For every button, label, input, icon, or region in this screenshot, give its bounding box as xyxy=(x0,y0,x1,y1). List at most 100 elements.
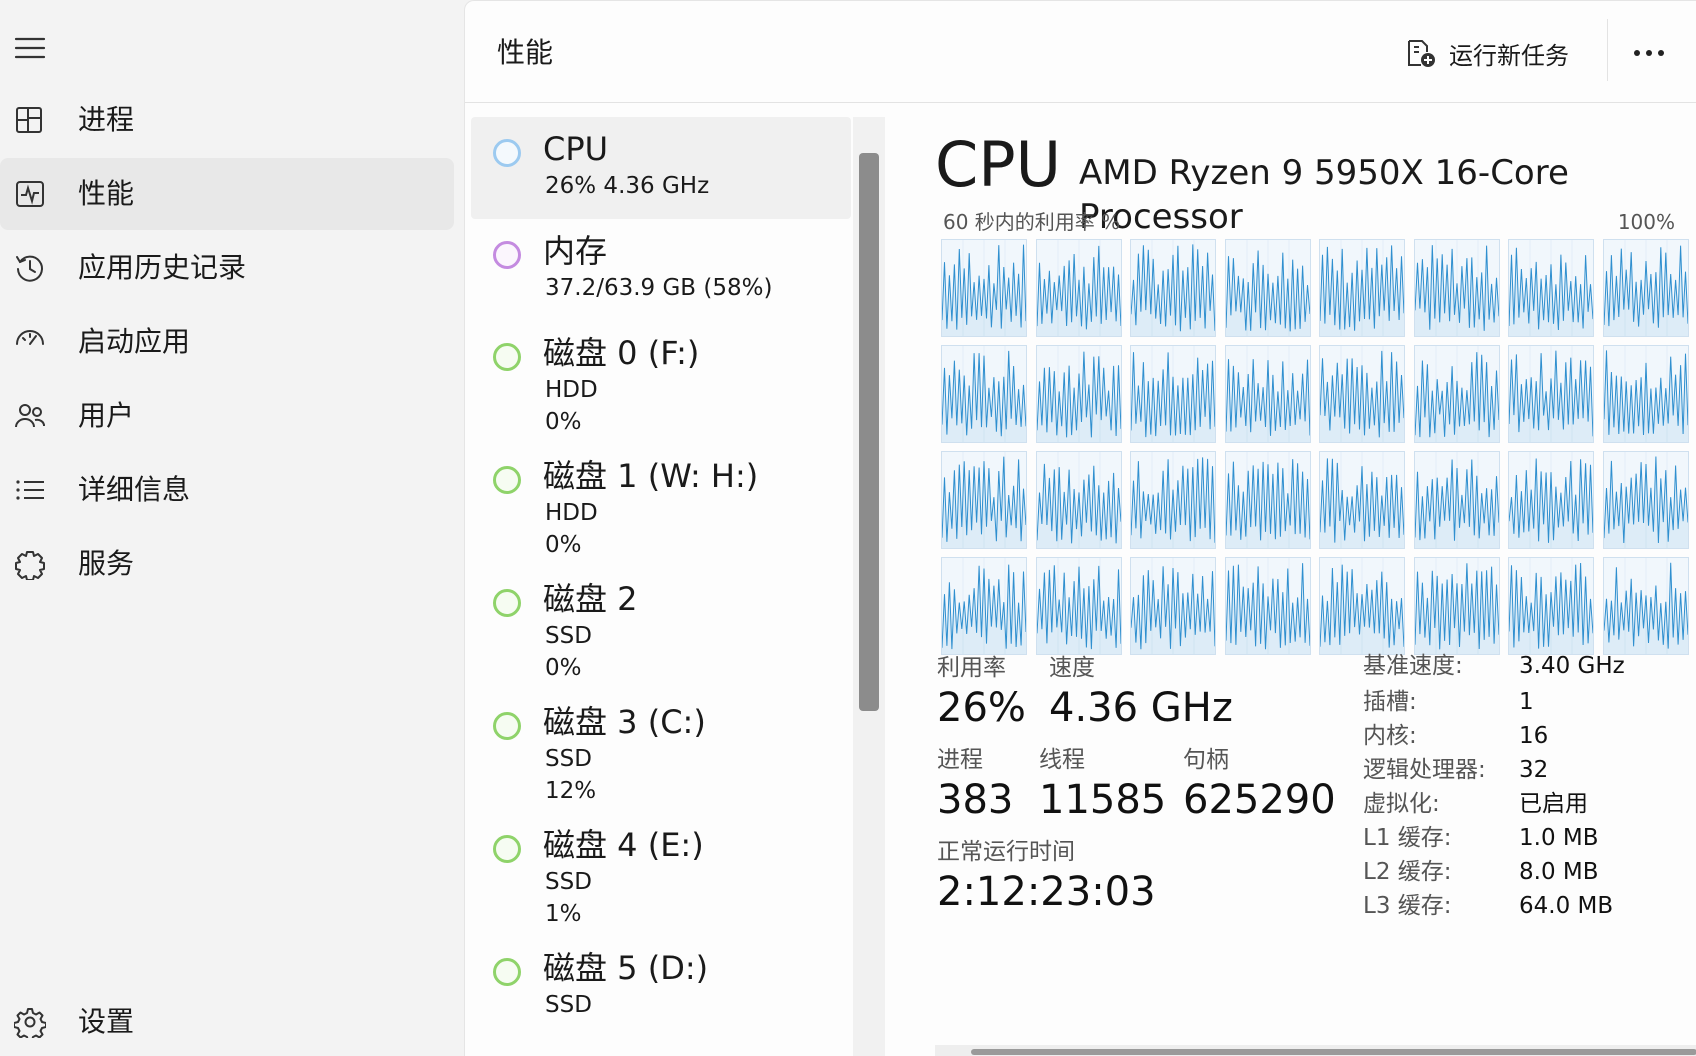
spec-value: 64.0 MB xyxy=(1519,893,1614,919)
device-usage: 0% xyxy=(545,532,582,558)
utilization-sparkline xyxy=(1509,346,1593,442)
utilization-sparkline xyxy=(1509,240,1593,336)
speed-value: 4.36 GHz xyxy=(1049,685,1233,731)
device-name: 内存 xyxy=(543,232,608,270)
cpu-title: CPU xyxy=(935,128,1062,201)
utilization-sparkline xyxy=(1225,240,1310,336)
device-item-memory[interactable]: 内存 37.2/63.9 GB (58%) xyxy=(471,219,851,319)
processes-value: 383 xyxy=(937,777,1014,823)
disk-status-dot xyxy=(493,958,521,986)
utilization-value: 26% xyxy=(937,685,1026,731)
utilization-sparkline xyxy=(1131,346,1215,442)
logical-processor-graph xyxy=(1224,557,1311,655)
spec-value: 1.0 MB xyxy=(1519,825,1599,851)
device-usage: 12% xyxy=(545,778,597,804)
device-summary: 26% 4.36 GHz xyxy=(545,173,710,199)
spec-label: 逻辑处理器: xyxy=(1363,757,1486,783)
utilization-sparkline xyxy=(1603,558,1688,654)
logical-processor-graph xyxy=(1130,557,1216,655)
handles-label: 句柄 xyxy=(1183,747,1229,773)
utilization-sparkline xyxy=(1036,346,1121,442)
device-list-scroll-thumb[interactable] xyxy=(859,153,879,711)
detail-horizontal-scroll-thumb[interactable] xyxy=(971,1049,1696,1055)
hamburger-menu-icon[interactable] xyxy=(14,34,48,62)
device-summary: 37.2/63.9 GB (58%) xyxy=(545,275,773,301)
device-type: SSD xyxy=(545,869,592,895)
utilization-sparkline xyxy=(1414,558,1499,654)
logical-processor-graphs xyxy=(941,239,1689,655)
history-icon xyxy=(14,252,46,284)
utilization-sparkline xyxy=(1603,346,1688,442)
graph-max-label: 100% xyxy=(1617,210,1675,234)
nav-item-users[interactable]: 用户 xyxy=(0,380,454,452)
nav-item-settings[interactable]: 设置 xyxy=(0,994,454,1050)
device-name: 磁盘 3 (C:) xyxy=(543,703,706,741)
device-item-disk-0[interactable]: 磁盘 0 (F:) HDD 0% xyxy=(471,321,851,443)
logical-processor-graph xyxy=(1035,345,1122,443)
logical-processor-graph xyxy=(1508,239,1594,337)
device-item-disk-2[interactable]: 磁盘 2 SSD 0% xyxy=(471,567,851,689)
device-name: 磁盘 2 xyxy=(543,580,638,618)
device-usage: 1% xyxy=(545,901,582,927)
logical-processor-graph xyxy=(1508,345,1594,443)
logical-processor-graph xyxy=(1413,451,1500,549)
spec-value: 16 xyxy=(1519,723,1549,749)
nav-item-processes[interactable]: 进程 xyxy=(0,84,454,156)
utilization-sparkline xyxy=(1131,240,1215,336)
header-divider xyxy=(1607,19,1608,81)
utilization-sparkline xyxy=(1225,558,1310,654)
device-usage: 0% xyxy=(545,655,582,681)
device-item-disk-5[interactable]: 磁盘 5 (D:) SSD xyxy=(471,936,851,1056)
threads-label: 线程 xyxy=(1039,747,1085,773)
logical-processor-graph xyxy=(941,557,1027,655)
utilization-sparkline xyxy=(1131,452,1215,548)
nav-label: 详细信息 xyxy=(78,473,191,506)
details-icon xyxy=(14,474,46,506)
nav-item-performance[interactable]: 性能 xyxy=(0,158,454,230)
more-options-icon[interactable] xyxy=(1625,31,1673,75)
spec-label: 内核: xyxy=(1363,723,1417,749)
disk-status-dot xyxy=(493,466,521,494)
nav-item-startup[interactable]: 启动应用 xyxy=(0,306,454,378)
nav-item-details[interactable]: 详细信息 xyxy=(0,454,454,526)
uptime-value: 2:12:23:03 xyxy=(937,869,1156,915)
spec-label: L1 缓存: xyxy=(1363,825,1452,851)
logical-processor-graph xyxy=(1413,345,1500,443)
spec-value: 3.40 GHz xyxy=(1519,653,1625,679)
disk-status-dot xyxy=(493,835,521,863)
nav-item-app-history[interactable]: 应用历史记录 xyxy=(0,232,454,304)
nav-label: 进程 xyxy=(78,103,135,136)
logical-processor-graph xyxy=(1508,451,1594,549)
logical-processor-graph xyxy=(1413,557,1500,655)
uptime-label: 正常运行时间 xyxy=(937,839,1075,865)
utilization-sparkline xyxy=(1414,452,1499,548)
device-usage: 0% xyxy=(545,409,582,435)
content-card: 性能 运行新任务 CPU 26% 4.36 GHz 内存 37.2/63.9 G… xyxy=(464,0,1696,1056)
run-new-task-button[interactable]: 运行新任务 xyxy=(1405,31,1585,75)
run-new-task-label: 运行新任务 xyxy=(1449,41,1569,70)
cpu-status-dot xyxy=(493,139,521,167)
device-item-cpu[interactable]: CPU 26% 4.36 GHz xyxy=(471,117,851,219)
utilization-sparkline xyxy=(942,240,1026,336)
page-title: 性能 xyxy=(497,36,554,69)
device-item-disk-3[interactable]: 磁盘 3 (C:) SSD 12% xyxy=(471,690,851,812)
utilization-sparkline xyxy=(1414,346,1499,442)
utilization-sparkline xyxy=(1225,346,1310,442)
utilization-sparkline xyxy=(1320,558,1404,654)
device-item-disk-4[interactable]: 磁盘 4 (E:) SSD 1% xyxy=(471,813,851,935)
graph-axis-label: 60 秒内的利用率 % xyxy=(943,210,1121,234)
memory-status-dot xyxy=(493,241,521,269)
logical-processor-graph xyxy=(1035,239,1122,337)
nav-item-services[interactable]: 服务 xyxy=(0,528,454,600)
performance-icon xyxy=(14,178,46,210)
device-item-disk-1[interactable]: 磁盘 1 (W: H:) HDD 0% xyxy=(471,444,851,566)
nav-label: 启动应用 xyxy=(78,325,191,358)
utilization-sparkline xyxy=(1320,346,1404,442)
nav-label: 服务 xyxy=(78,547,135,580)
logical-processor-graph xyxy=(1224,451,1311,549)
utilization-sparkline xyxy=(1414,240,1499,336)
utilization-sparkline xyxy=(1036,558,1121,654)
device-type: SSD xyxy=(545,992,592,1018)
logical-processor-graph xyxy=(1508,557,1594,655)
logical-processor-graph xyxy=(1602,345,1689,443)
